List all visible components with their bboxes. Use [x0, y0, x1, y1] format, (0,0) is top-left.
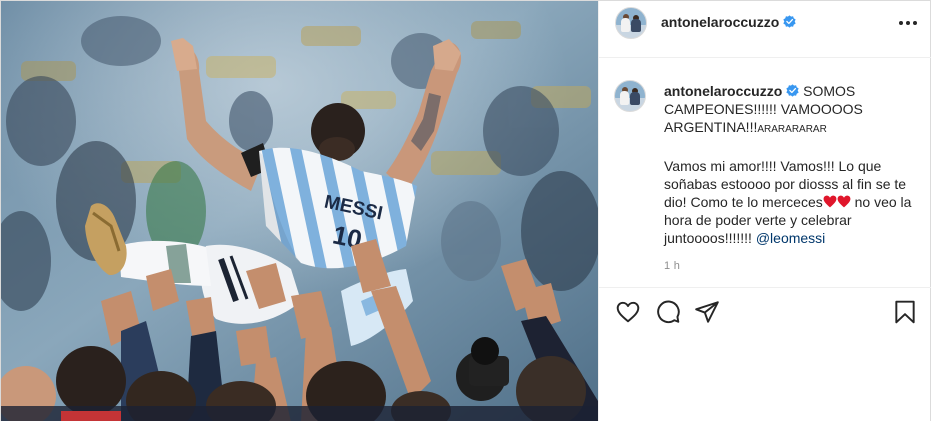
username-text[interactable]: antonelaroccuzzo	[661, 14, 779, 30]
caption-avatar[interactable]	[614, 80, 646, 112]
caption-username[interactable]: antonelaroccuzzo	[664, 83, 782, 99]
like-icon[interactable]	[615, 299, 641, 325]
profile-username[interactable]: antonelaroccuzzo	[661, 14, 796, 30]
caption-second-paragraph: Vamos mi amor!!!! Vamos!!! Lo que soñaba…	[664, 157, 922, 247]
save-icon[interactable]	[892, 299, 918, 325]
post-header: antonelaroccuzzo	[599, 1, 931, 58]
more-options-icon[interactable]	[898, 13, 918, 33]
red-heart-emoji-icon	[823, 195, 837, 208]
red-heart-emoji-icon	[837, 195, 851, 208]
mention-link[interactable]: @leomessi	[756, 230, 825, 246]
share-icon[interactable]	[694, 299, 720, 325]
caption-small-text: ARARARARAR	[757, 124, 827, 135]
post-side-panel: antonelaroccuzzo antonelaroccuzzo SOMOS …	[598, 1, 931, 421]
comment-icon[interactable]	[655, 299, 681, 325]
caption-first-paragraph: antonelaroccuzzo SOMOS CAMPEONES!!!!!! V…	[664, 82, 922, 139]
verified-badge-icon	[783, 15, 796, 28]
post-photo[interactable]: MESSI 10	[1, 1, 598, 421]
post-caption: antonelaroccuzzo SOMOS CAMPEONES!!!!!! V…	[664, 82, 922, 247]
profile-avatar[interactable]	[615, 7, 647, 39]
celebration-photo: MESSI 10	[1, 1, 598, 421]
post-timestamp[interactable]: 1 h	[664, 260, 680, 272]
post-actions-bar	[599, 287, 931, 335]
verified-badge-icon	[786, 84, 799, 97]
instagram-post: MESSI 10 antonelaroccuzzo antonelaroccuz…	[0, 0, 931, 421]
